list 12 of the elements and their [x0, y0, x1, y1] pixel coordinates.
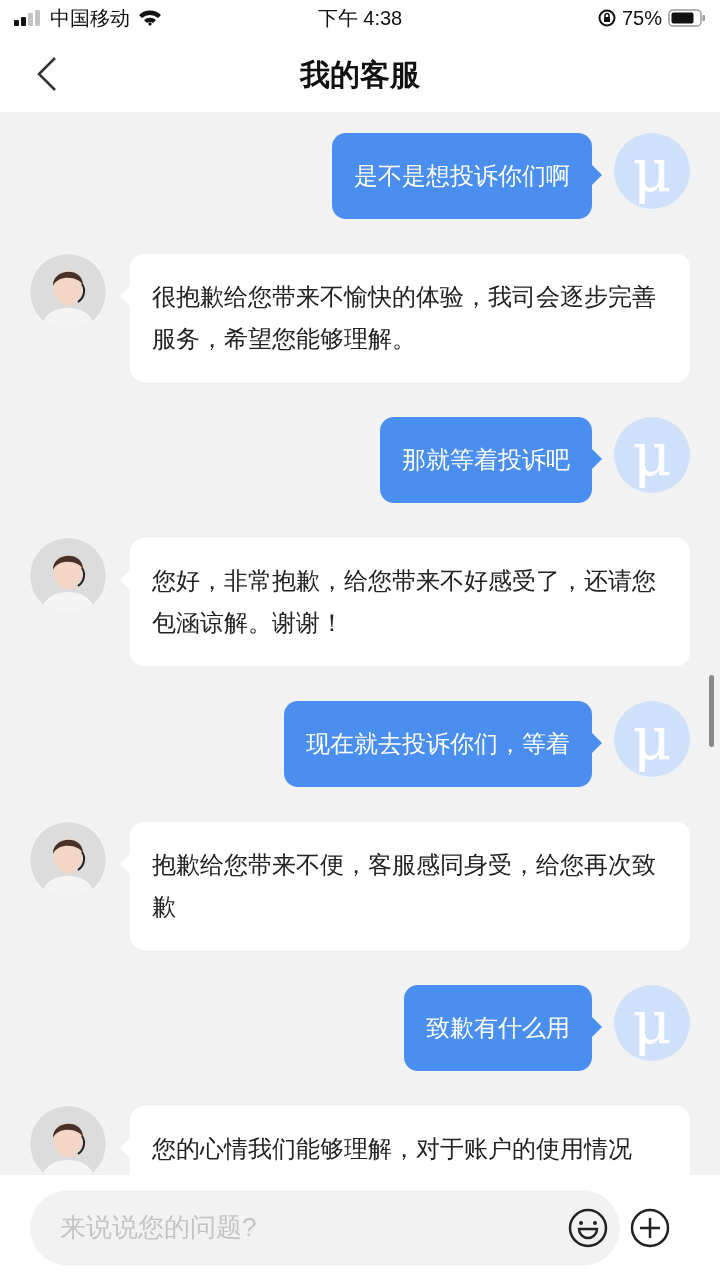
agent-message: 抱歉给您带来不便，客服感同身受，给您再次致歉 [130, 822, 690, 950]
agent-message: 很抱歉给您带来不愉快的体验，我司会逐步完善服务，希望您能够理解。 [130, 254, 690, 382]
carrier-name: 中国移动 [50, 6, 130, 31]
page-title: 我的客服 [300, 56, 420, 93]
status-time: 下午 4:38 [316, 6, 404, 31]
user-message: 致歉有什么用 [404, 985, 592, 1071]
user-message: 那就等着投诉吧 [380, 417, 592, 503]
user-message: 现在就去投诉你们，等着 [284, 701, 592, 787]
agent-message: 您的心情我们能够理解，对于账户的使用情况 [130, 1106, 690, 1175]
user-message: 是不是想投诉你们啊 [332, 133, 592, 219]
agent-message: 您好，非常抱歉，给您带来不好感受了，还请您包涵谅解。谢谢！ [130, 538, 690, 666]
battery-percent: 75% [621, 6, 662, 31]
